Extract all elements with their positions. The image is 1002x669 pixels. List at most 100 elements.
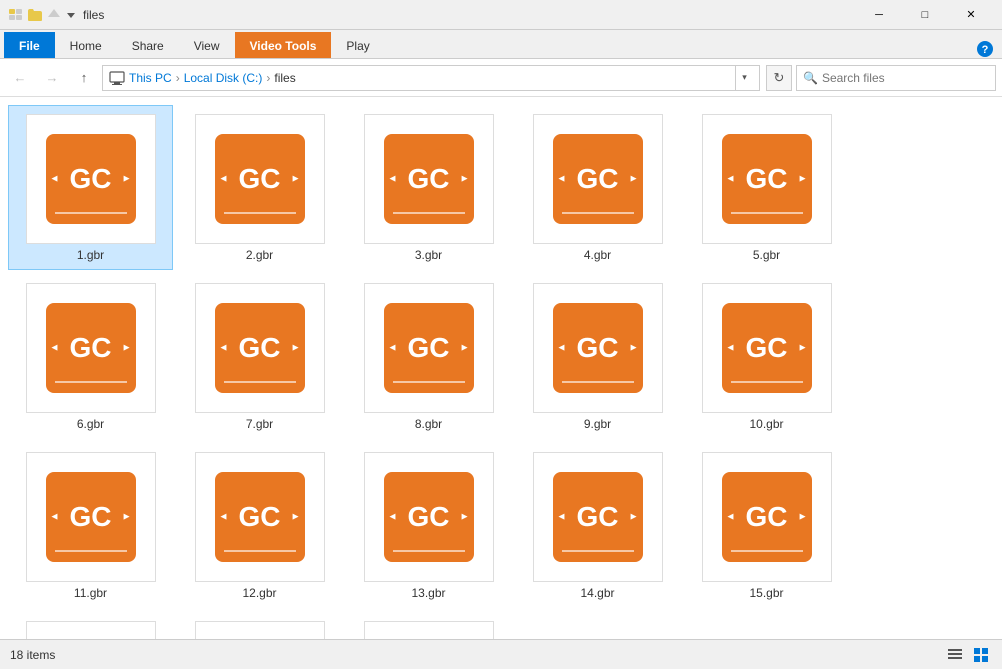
gc-icon: GC ◄ ► bbox=[384, 303, 474, 393]
gc-text: GC bbox=[70, 503, 112, 531]
gc-arrow-left: ◄ bbox=[557, 511, 567, 522]
gc-line bbox=[731, 212, 803, 214]
gc-line bbox=[55, 550, 127, 552]
tab-play[interactable]: Play bbox=[331, 32, 384, 58]
gc-text: GC bbox=[408, 503, 450, 531]
file-item[interactable]: GC ◄ ► 10.gbr bbox=[684, 274, 849, 439]
file-item[interactable]: GC ◄ ► 3.gbr bbox=[346, 105, 511, 270]
title-bar-left: files bbox=[8, 7, 104, 23]
gc-arrow-right: ► bbox=[291, 173, 301, 184]
help-icon[interactable]: ? bbox=[976, 40, 994, 58]
file-item[interactable]: GC ◄ ► 16.gbr bbox=[8, 612, 173, 639]
gc-arrow-left: ◄ bbox=[388, 511, 398, 522]
gc-line bbox=[562, 550, 634, 552]
minimize-button[interactable]: ─ bbox=[856, 0, 902, 30]
gc-arrow-left: ◄ bbox=[726, 173, 736, 184]
file-name: 6.gbr bbox=[77, 417, 104, 431]
file-thumbnail: GC ◄ ► bbox=[26, 114, 156, 244]
file-name: 11.gbr bbox=[74, 586, 107, 600]
gc-text: GC bbox=[746, 334, 788, 362]
computer-icon bbox=[109, 70, 125, 86]
file-item[interactable]: GC ◄ ► 8.gbr bbox=[346, 274, 511, 439]
tab-home[interactable]: Home bbox=[55, 32, 117, 58]
forward-button[interactable]: → bbox=[38, 65, 66, 91]
gc-arrow-left: ◄ bbox=[50, 342, 60, 353]
breadcrumb-files: files bbox=[274, 71, 295, 85]
status-bar: 18 items bbox=[0, 639, 1002, 669]
file-item[interactable]: GC ◄ ► 12.gbr bbox=[177, 443, 342, 608]
close-button[interactable]: ✕ bbox=[948, 0, 994, 30]
tab-view[interactable]: View bbox=[179, 32, 235, 58]
gc-text: GC bbox=[577, 503, 619, 531]
file-grid: GC ◄ ► 1.gbr GC ◄ ► 2.gbr GC ◄ ► 3.gbr G… bbox=[0, 97, 1002, 639]
gc-icon: GC ◄ ► bbox=[215, 303, 305, 393]
gc-arrow-right: ► bbox=[460, 342, 470, 353]
file-name: 9.gbr bbox=[584, 417, 611, 431]
gc-line bbox=[393, 550, 465, 552]
file-item[interactable]: GC ◄ ► 9.gbr bbox=[515, 274, 680, 439]
gc-arrow-left: ◄ bbox=[726, 342, 736, 353]
gc-text: GC bbox=[70, 334, 112, 362]
gc-icon: GC ◄ ► bbox=[46, 472, 136, 562]
file-item[interactable]: GC ◄ ► 4.gbr bbox=[515, 105, 680, 270]
dropdown-icon bbox=[65, 7, 77, 23]
gc-text: GC bbox=[577, 165, 619, 193]
tab-file[interactable]: File bbox=[4, 32, 55, 58]
gc-arrow-left: ◄ bbox=[219, 511, 229, 522]
gc-arrow-right: ► bbox=[798, 342, 808, 353]
maximize-button[interactable]: □ bbox=[902, 0, 948, 30]
file-name: 5.gbr bbox=[753, 248, 780, 262]
file-name: 12.gbr bbox=[242, 586, 276, 600]
file-item[interactable]: GC ◄ ► 18.gbr bbox=[346, 612, 511, 639]
address-bar[interactable]: This PC › Local Disk (C:) › files ▾ bbox=[102, 65, 760, 91]
details-view-button[interactable] bbox=[944, 644, 966, 666]
file-thumbnail: GC ◄ ► bbox=[195, 621, 325, 640]
file-item[interactable]: GC ◄ ► 6.gbr bbox=[8, 274, 173, 439]
item-count: 18 items bbox=[10, 648, 55, 662]
file-item[interactable]: GC ◄ ► 5.gbr bbox=[684, 105, 849, 270]
gc-icon: GC ◄ ► bbox=[722, 472, 812, 562]
file-item[interactable]: GC ◄ ► 1.gbr bbox=[8, 105, 173, 270]
address-dropdown-btn[interactable]: ▾ bbox=[735, 65, 753, 91]
gc-text: GC bbox=[239, 334, 281, 362]
breadcrumb-localdisk: Local Disk (C:) bbox=[184, 71, 263, 85]
file-item[interactable]: GC ◄ ► 7.gbr bbox=[177, 274, 342, 439]
gc-arrow-right: ► bbox=[460, 511, 470, 522]
file-item[interactable]: GC ◄ ► 11.gbr bbox=[8, 443, 173, 608]
file-name: 7.gbr bbox=[246, 417, 273, 431]
gc-text: GC bbox=[408, 165, 450, 193]
search-input[interactable] bbox=[822, 71, 989, 85]
thumbnail-view-button[interactable] bbox=[970, 644, 992, 666]
file-item[interactable]: GC ◄ ► 2.gbr bbox=[177, 105, 342, 270]
file-item[interactable]: GC ◄ ► 15.gbr bbox=[684, 443, 849, 608]
gc-arrow-left: ◄ bbox=[219, 173, 229, 184]
file-thumbnail: GC ◄ ► bbox=[702, 452, 832, 582]
file-thumbnail: GC ◄ ► bbox=[533, 452, 663, 582]
gc-text: GC bbox=[577, 334, 619, 362]
file-item[interactable]: GC ◄ ► 17.gbr bbox=[177, 612, 342, 639]
arrow-up-icon bbox=[46, 7, 62, 23]
file-item[interactable]: GC ◄ ► 13.gbr bbox=[346, 443, 511, 608]
window-controls: ─ □ ✕ bbox=[856, 0, 994, 30]
gc-icon: GC ◄ ► bbox=[553, 472, 643, 562]
gc-line bbox=[55, 381, 127, 383]
breadcrumb-thispc: This PC bbox=[129, 71, 172, 85]
tab-videotools[interactable]: Video Tools bbox=[235, 32, 332, 58]
file-thumbnail: GC ◄ ► bbox=[26, 283, 156, 413]
back-button[interactable]: ← bbox=[6, 65, 34, 91]
gc-icon: GC ◄ ► bbox=[215, 472, 305, 562]
refresh-button[interactable]: ↻ bbox=[766, 65, 792, 91]
file-item[interactable]: GC ◄ ► 14.gbr bbox=[515, 443, 680, 608]
gc-line bbox=[55, 212, 127, 214]
up-button[interactable]: ↑ bbox=[70, 65, 98, 91]
file-name: 15.gbr bbox=[749, 586, 783, 600]
gc-arrow-right: ► bbox=[122, 173, 132, 184]
gc-text: GC bbox=[70, 165, 112, 193]
file-thumbnail: GC ◄ ► bbox=[195, 283, 325, 413]
gc-line bbox=[393, 381, 465, 383]
gc-arrow-left: ◄ bbox=[388, 342, 398, 353]
file-thumbnail: GC ◄ ► bbox=[26, 621, 156, 640]
gc-arrow-right: ► bbox=[291, 342, 301, 353]
file-thumbnail: GC ◄ ► bbox=[533, 114, 663, 244]
tab-share[interactable]: Share bbox=[117, 32, 179, 58]
